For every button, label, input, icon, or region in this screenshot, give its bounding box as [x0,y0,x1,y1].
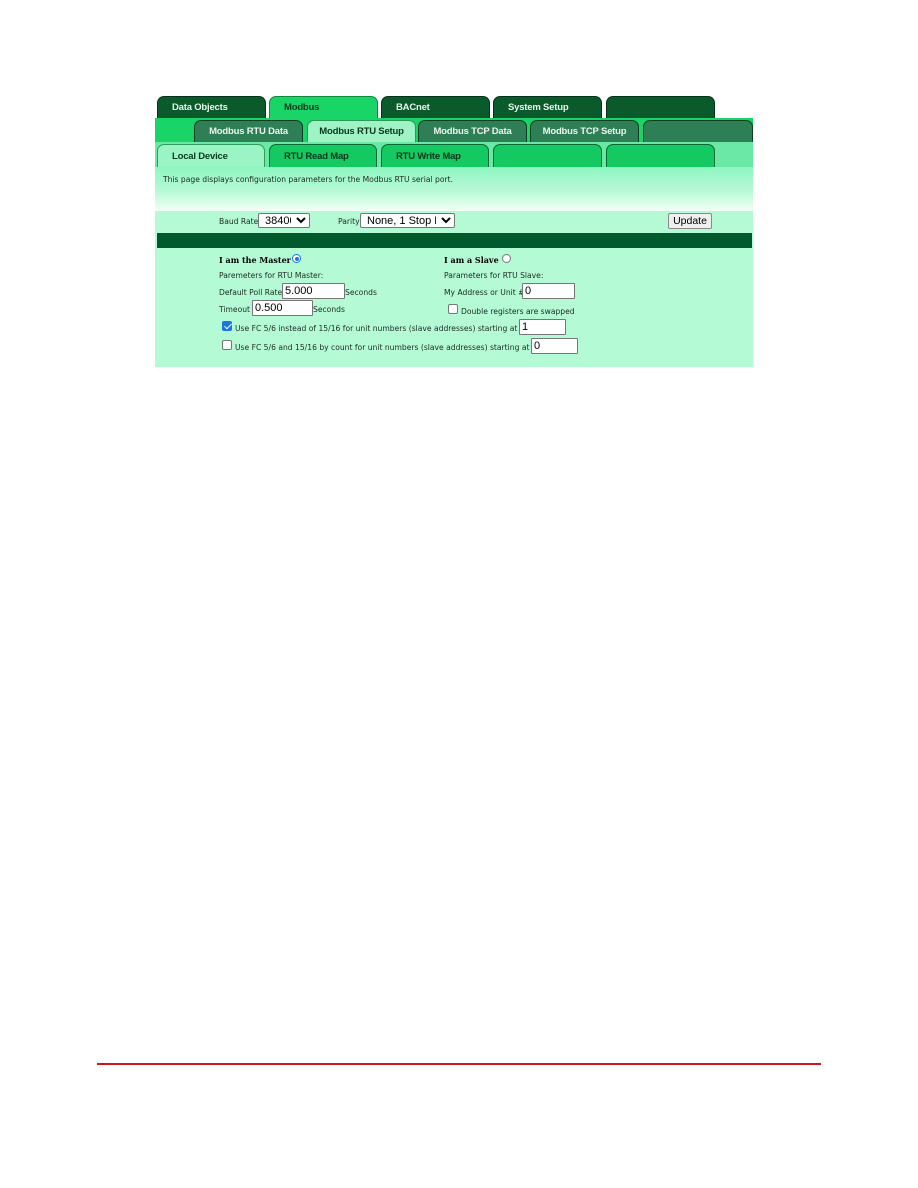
tab-modbus-rtu-data[interactable]: Modbus RTU Data [194,120,303,142]
tab-rtu-write-map[interactable]: RTU Write Map [381,144,489,167]
tab-empty-secondary[interactable] [643,120,753,142]
tab-label: Modbus TCP Setup [542,126,627,137]
tab-label: Modbus RTU Data [209,126,288,137]
timeout-input[interactable] [252,300,313,316]
slave-heading: I am a Slave [444,255,499,265]
poll-rate-label: Default Poll Rate [219,288,283,297]
tab-local-device[interactable]: Local Device [157,144,265,167]
parity-select[interactable]: None, 1 Stop Bit [360,213,455,228]
tab-modbus-rtu-setup[interactable]: Modbus RTU Setup [307,120,416,142]
tab-label: Modbus RTU Setup [319,126,404,137]
poll-rate-input[interactable] [282,283,345,299]
primary-tab-bar: Data Objects Modbus BACnet System Setup [155,96,753,118]
serial-settings-row: Baud Rate 38400 Parity None, 1 Stop Bit … [155,211,753,233]
slave-params-label: Parameters for RTU Slave: [444,271,544,280]
tab-empty-tertiary-2[interactable] [606,144,715,167]
fc56-instead-checkbox[interactable] [222,321,232,331]
master-radio[interactable] [292,254,301,263]
tab-label: Modbus TCP Data [433,126,512,137]
tab-modbus[interactable]: Modbus [269,96,378,118]
page-description: This page displays configuration paramet… [155,167,753,211]
tab-label: RTU Read Map [284,150,349,162]
master-heading: I am the Master [219,255,291,265]
modbus-config-app: Data Objects Modbus BACnet System Setup … [155,96,753,367]
tab-label: BACnet [396,102,430,113]
fc56-instead-label: Use FC 5/6 instead of 15/16 for unit num… [235,324,518,333]
timeout-unit: Seconds [313,305,345,314]
address-input[interactable] [522,283,575,299]
registers-swapped-checkbox[interactable] [448,304,458,314]
tab-modbus-tcp-data[interactable]: Modbus TCP Data [418,120,527,142]
baud-rate-label: Baud Rate [219,217,259,226]
section-divider-bar [155,233,753,248]
tab-rtu-read-map[interactable]: RTU Read Map [269,144,377,167]
tab-label: Local Device [172,150,228,162]
tab-data-objects[interactable]: Data Objects [157,96,266,118]
tab-label: RTU Write Map [396,150,461,162]
fc56-count-checkbox[interactable] [222,340,232,350]
tab-empty-primary[interactable] [606,96,715,118]
poll-rate-unit: Seconds [345,288,377,297]
fc56-instead-input[interactable] [519,319,566,335]
tab-system-setup[interactable]: System Setup [493,96,602,118]
parity-label: Parity [338,217,360,226]
secondary-tab-bar: Modbus RTU Data Modbus RTU Setup Modbus … [155,118,753,142]
tab-bacnet[interactable]: BACnet [381,96,490,118]
tab-empty-tertiary-1[interactable] [493,144,602,167]
master-params-label: Paremeters for RTU Master: [219,271,324,280]
timeout-label: Timeout [219,305,251,314]
baud-rate-select[interactable]: 38400 [258,213,310,228]
tab-modbus-tcp-setup[interactable]: Modbus TCP Setup [530,120,639,142]
tertiary-tab-bar: Local Device RTU Read Map RTU Write Map [155,142,753,167]
footer-divider [97,1063,821,1065]
update-button[interactable]: Update [668,213,712,229]
tab-label: System Setup [508,102,569,113]
slave-radio[interactable] [502,254,511,263]
address-label: My Address or Unit # [444,288,525,297]
fc56-count-input[interactable] [531,338,578,354]
registers-swapped-label: Double registers are swapped [461,307,575,316]
role-config-panel: I am the Master Paremeters for RTU Maste… [155,248,753,367]
tab-label: Modbus [284,102,320,113]
tab-label: Data Objects [172,102,228,113]
fc56-count-label: Use FC 5/6 and 15/16 by count for unit n… [235,343,530,352]
